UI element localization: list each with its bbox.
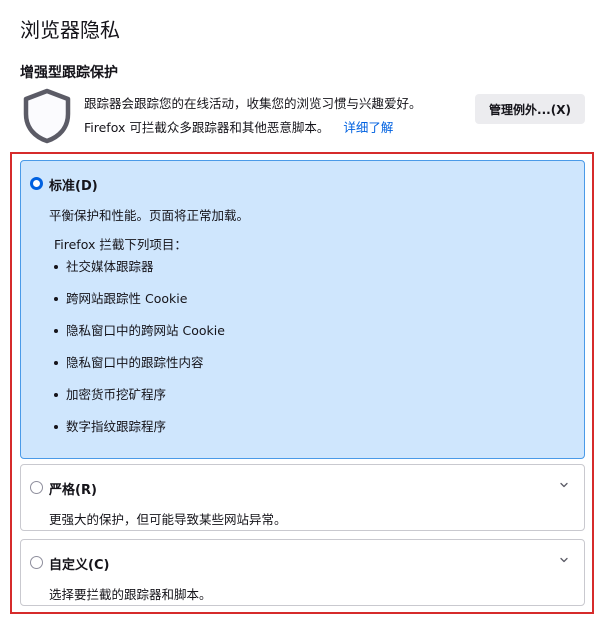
option-custom[interactable]: 自定义(C) 选择要拦截的跟踪器和脚本。 bbox=[20, 539, 585, 606]
bullet-icon bbox=[54, 329, 58, 333]
list-item: 隐私窗口中的跟踪性内容 bbox=[54, 355, 225, 387]
custom-description: 选择要拦截的跟踪器和脚本。 bbox=[49, 587, 212, 602]
blocked-item-label: 隐私窗口中的跨网站 Cookie bbox=[66, 323, 225, 338]
chevron-down-icon[interactable] bbox=[558, 554, 570, 566]
standard-label: 标准(D) bbox=[49, 179, 98, 194]
option-strict[interactable]: 严格(R) 更强大的保护，但可能导致某些网站异常。 bbox=[20, 464, 585, 531]
bullet-icon bbox=[54, 265, 58, 269]
bullet-icon bbox=[54, 361, 58, 365]
blocked-item-label: 社交媒体跟踪器 bbox=[66, 259, 154, 274]
standard-description: 平衡保护和性能。页面将正常加载。 bbox=[49, 208, 250, 223]
list-item: 加密货币挖矿程序 bbox=[54, 387, 225, 419]
strict-radio[interactable] bbox=[30, 481, 43, 494]
blocked-item-label: 数字指纹跟踪程序 bbox=[66, 419, 167, 434]
custom-radio[interactable] bbox=[30, 556, 43, 569]
blocked-items-list: 社交媒体跟踪器 跨网站跟踪性 Cookie 隐私窗口中的跨网站 Cookie 隐… bbox=[54, 259, 225, 451]
blocked-item-label: 隐私窗口中的跟踪性内容 bbox=[66, 355, 204, 370]
custom-label: 自定义(C) bbox=[49, 558, 110, 573]
bullet-icon bbox=[54, 393, 58, 397]
etp-description-line1: 跟踪器会跟踪您的在线活动，收集您的浏览习惯与兴趣爱好。 bbox=[84, 96, 422, 111]
list-item: 社交媒体跟踪器 bbox=[54, 259, 225, 291]
option-standard[interactable]: 标准(D) 平衡保护和性能。页面将正常加载。 Firefox 拦截下列项目： 社… bbox=[20, 160, 585, 459]
etp-description-text: Firefox 可拦截众多跟踪器和其他恶意脚本。 bbox=[84, 120, 330, 135]
bullet-icon bbox=[54, 297, 58, 301]
standard-radio[interactable] bbox=[30, 177, 43, 190]
blocked-item-label: 跨网站跟踪性 Cookie bbox=[66, 291, 188, 306]
strict-label: 严格(R) bbox=[49, 483, 97, 498]
shield-icon bbox=[23, 88, 71, 144]
learn-more-link[interactable]: 详细了解 bbox=[343, 120, 393, 135]
strict-description: 更强大的保护，但可能导致某些网站异常。 bbox=[49, 512, 287, 527]
etp-description: 跟踪器会跟踪您的在线活动，收集您的浏览习惯与兴趣爱好。 Firefox 可拦截众… bbox=[84, 92, 464, 140]
etp-description-line2: Firefox 可拦截众多跟踪器和其他恶意脚本。 详细了解 bbox=[84, 116, 464, 140]
chevron-down-icon[interactable] bbox=[558, 479, 570, 491]
list-item: 跨网站跟踪性 Cookie bbox=[54, 291, 225, 323]
blocks-heading: Firefox 拦截下列项目： bbox=[54, 237, 187, 252]
page-title: 浏览器隐私 bbox=[20, 18, 120, 42]
list-item: 数字指纹跟踪程序 bbox=[54, 419, 225, 451]
manage-exceptions-button[interactable]: 管理例外...(X) bbox=[475, 94, 585, 124]
bullet-icon bbox=[54, 425, 58, 429]
blocked-item-label: 加密货币挖矿程序 bbox=[66, 387, 167, 402]
etp-section-title: 增强型跟踪保护 bbox=[20, 65, 118, 81]
list-item: 隐私窗口中的跨网站 Cookie bbox=[54, 323, 225, 355]
